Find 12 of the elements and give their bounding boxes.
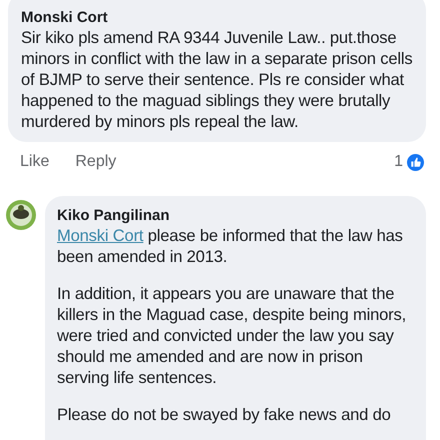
reply-paragraph: Please do not be swayed by fake news and do: [57, 404, 392, 425]
action-link[interactable]: Reply: [75, 150, 116, 174]
comment-text: Sir kiko pls amend RA 9344 Juvenile Law.. put.those minors in conflict with the law in a separate prison cells of BJMP to serve their sentence. Pls re consider what happened to the maguad siblings they were brutally murdered by minors pls repeal the law.: [21, 27, 414, 132]
like-icon: [407, 154, 424, 170]
comment-author[interactable]: Monski Cort: [21, 8, 414, 27]
mention-link[interactable]: Monski Cort: [57, 226, 144, 245]
reaction-count: 1: [394, 152, 403, 172]
avatar-icon[interactable]: [6, 200, 36, 230]
action-link[interactable]: Like: [20, 150, 50, 174]
reply-paragraph: Monski Cort please be informed that the law has been amended in 2013.: [57, 225, 404, 267]
reply-author[interactable]: Kiko Pangilinan: [57, 206, 414, 225]
reply-paragraph: In addition, it appears you are unaware that the killers in the Maguad case, despite being minors, were tried and convicted under the law you say should me amended and are now in prison serving life sentences.: [57, 283, 407, 388]
